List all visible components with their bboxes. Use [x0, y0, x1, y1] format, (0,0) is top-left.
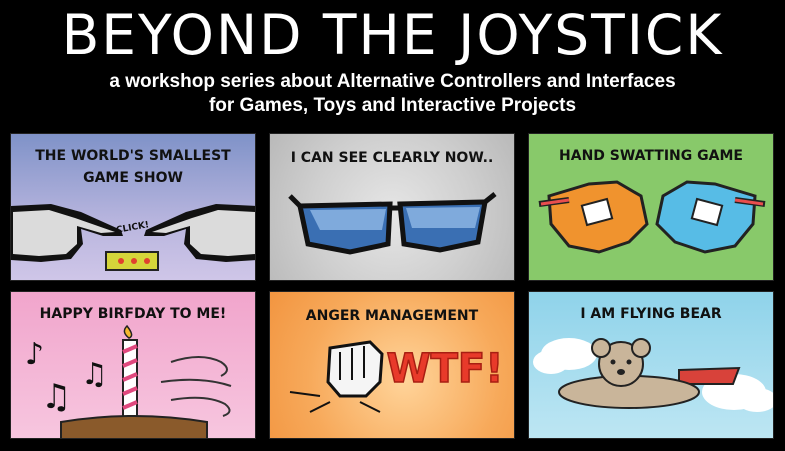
panel-title: I CAN SEE CLEARLY NOW.. [290, 150, 494, 166]
fist-icon [289, 340, 384, 413]
wtf-annotation: WTF! [387, 346, 504, 392]
panel-title: HAPPY BIRFDAY TO ME! [39, 306, 227, 322]
panel-title: HAND SWATTING GAME [559, 148, 743, 164]
banner-subtitle-line2: for Games, Toys and Interactive Projects [208, 95, 577, 116]
blue-glove-icon [655, 180, 766, 254]
glasses-icon [288, 192, 497, 255]
candle-icon [122, 324, 138, 425]
panel-title: I AM FLYING BEAR [580, 306, 722, 322]
orange-glove-icon [538, 180, 649, 254]
svg-text:♪: ♪ [25, 337, 44, 372]
panel-flying-bear: I AM FLYING BEAR [528, 291, 774, 439]
panel-hand-swatting: HAND SWATTING GAME [528, 133, 774, 281]
music-notes-icon: ♪ ♫ ♫ [25, 337, 108, 417]
panel-title: ANGER MANAGEMENT [305, 308, 479, 324]
banner-title: BEYOND THE JOYSTICK [61, 3, 724, 67]
panel-anger-management: ANGER MANAGEMENT WTF! [269, 291, 515, 439]
svg-text:♫: ♫ [41, 377, 71, 417]
click-annotation: CLICK! [115, 220, 150, 236]
panel-happy-birfday: HAPPY BIRFDAY TO ME! ♪ ♫ ♫ [10, 291, 256, 439]
cake-icon [60, 415, 208, 438]
panel-title: GAME SHOW [83, 170, 183, 186]
wind-icon [160, 356, 232, 417]
panel-smallest-game-show: THE WORLD'S SMALLEST GAME SHOW CLICK! [10, 133, 256, 281]
banner-subtitle-line1: a workshop series about Alternative Cont… [109, 71, 676, 92]
panel-title: THE WORLD'S SMALLEST [35, 148, 231, 164]
panel-see-clearly: I CAN SEE CLEARLY NOW.. [269, 133, 515, 281]
svg-text:♫: ♫ [81, 357, 108, 392]
